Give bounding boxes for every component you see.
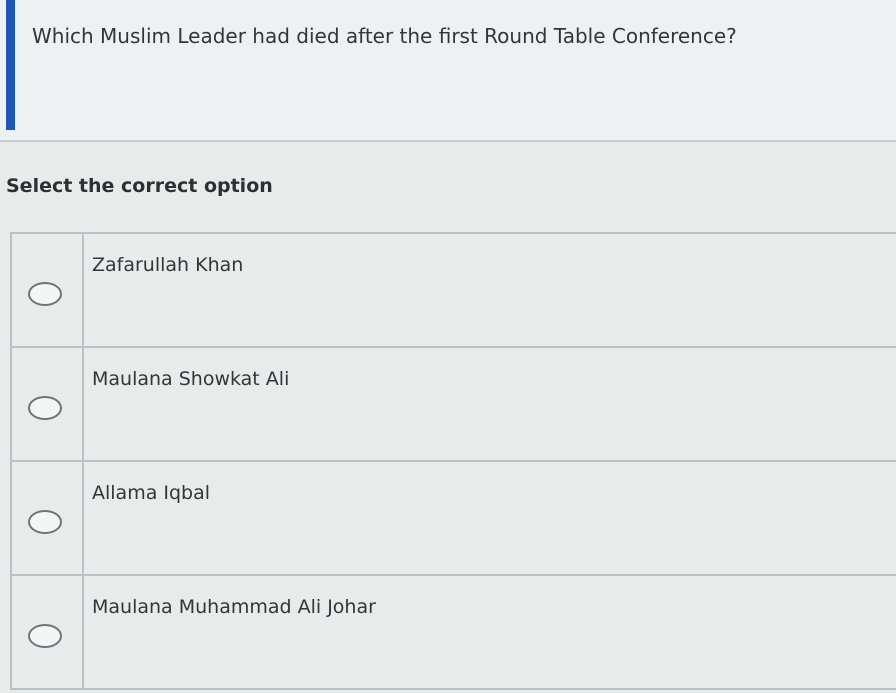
option-row-2[interactable]: Maulana Showkat Ali	[12, 348, 896, 462]
instruction-text: Select the correct option	[6, 175, 273, 197]
radio-button[interactable]	[28, 396, 62, 420]
option-label[interactable]: Allama Iqbal	[92, 482, 210, 504]
radio-cell[interactable]	[12, 462, 84, 574]
option-row-4[interactable]: Maulana Muhammad Ali Johar	[12, 576, 896, 690]
question-accent-bar	[6, 0, 15, 130]
radio-button[interactable]	[28, 510, 62, 534]
question-box: Which Muslim Leader had died after the f…	[0, 0, 896, 142]
option-row-3[interactable]: Allama Iqbal	[12, 462, 896, 576]
option-row-1[interactable]: Zafarullah Khan	[12, 234, 896, 348]
option-label[interactable]: Maulana Showkat Ali	[92, 368, 289, 390]
question-text: Which Muslim Leader had died after the f…	[32, 24, 737, 48]
radio-cell[interactable]	[12, 234, 84, 346]
option-label[interactable]: Maulana Muhammad Ali Johar	[92, 596, 376, 618]
options-list: Zafarullah Khan Maulana Showkat Ali Alla…	[10, 232, 896, 690]
option-label[interactable]: Zafarullah Khan	[92, 254, 243, 276]
radio-button[interactable]	[28, 282, 62, 306]
radio-cell[interactable]	[12, 576, 84, 688]
radio-button[interactable]	[28, 624, 62, 648]
radio-cell[interactable]	[12, 348, 84, 460]
